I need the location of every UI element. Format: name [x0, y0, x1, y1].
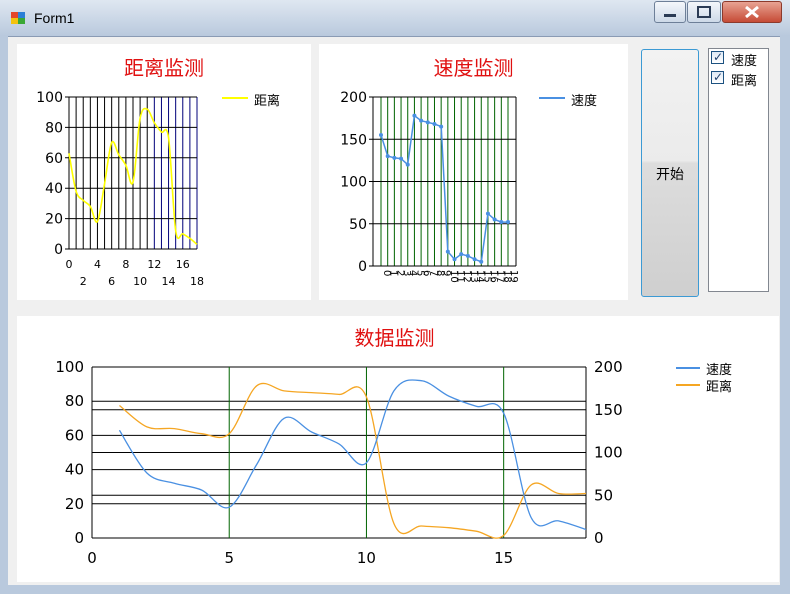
y-tick-label-right: 50 [594, 486, 613, 504]
y-tick-label-left: 40 [65, 461, 84, 479]
x-tick-label: 10 [357, 549, 376, 567]
y-tick-label-left: 80 [65, 392, 84, 410]
x-tick-label: 0 [87, 549, 97, 567]
y-tick-label-right: 150 [594, 401, 623, 419]
y-tick-label-left: 60 [65, 426, 84, 444]
y-tick-label-right: 200 [594, 358, 623, 376]
y-tick-label-right: 100 [594, 444, 623, 462]
y-tick-label-right: 0 [594, 529, 604, 547]
y-tick-label-left: 100 [55, 358, 84, 376]
y-tick-label-left: 20 [65, 495, 84, 513]
combined-chart: 0 20 40 60 80 100 0 50 100 150 200 0 5 10 15 [55, 358, 623, 567]
y-tick-label-left: 0 [74, 529, 84, 547]
x-tick-label: 15 [494, 549, 513, 567]
x-tick-label: 5 [224, 549, 234, 567]
speed-series-line [118, 379, 587, 531]
